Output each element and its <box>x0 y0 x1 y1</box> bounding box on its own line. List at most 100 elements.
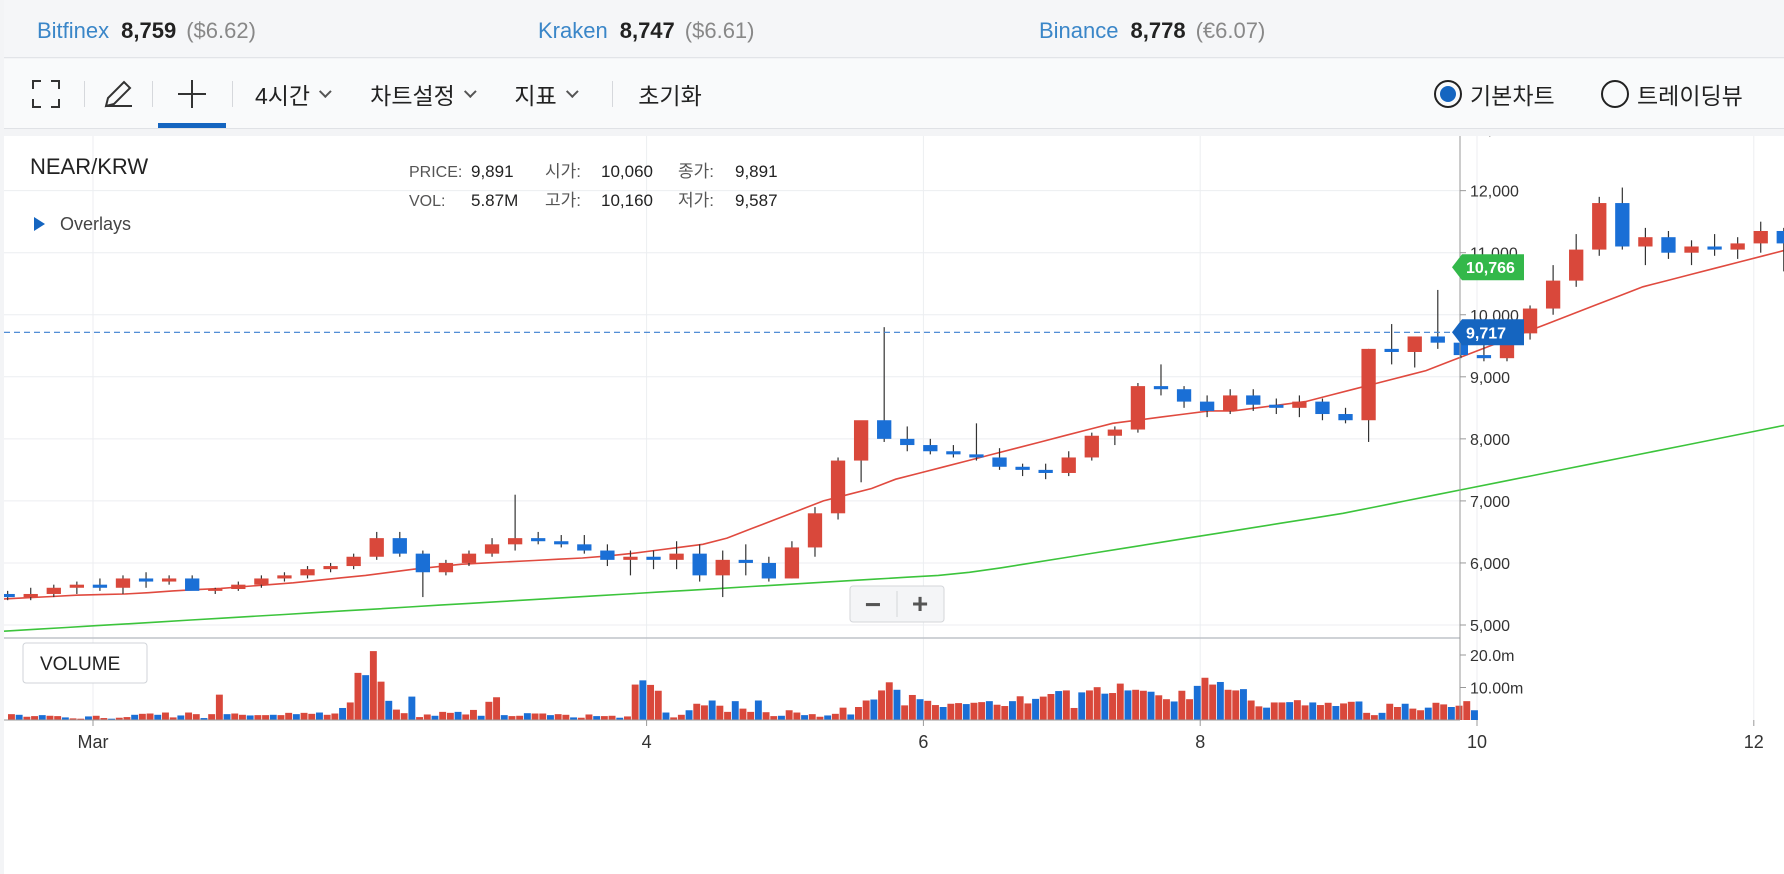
candle-body <box>1753 230 1768 244</box>
candle-body <box>807 513 823 548</box>
view-radio-basic-chart[interactable]: 기본차트 <box>1434 77 1555 111</box>
fullscreen-button[interactable] <box>22 59 70 129</box>
volume-bar <box>92 715 100 720</box>
volume-bar <box>1132 689 1140 720</box>
candle-body <box>1615 203 1630 247</box>
volume-bar <box>239 714 246 720</box>
zoom-out-button[interactable]: − <box>850 586 897 622</box>
candle-body <box>115 578 131 588</box>
volume-bar <box>339 707 347 720</box>
volume-bar <box>731 701 739 720</box>
volume-bar <box>947 703 955 720</box>
radio-dot <box>1440 86 1456 102</box>
volume-bar <box>1032 698 1040 720</box>
volume-bar <box>1324 702 1332 720</box>
volume-bar <box>400 713 408 720</box>
active-tool-indicator <box>158 123 226 128</box>
volume-bar <box>793 712 801 720</box>
crosshair-icon <box>178 80 206 108</box>
volume-bar <box>1347 701 1355 720</box>
candle-body <box>507 538 523 545</box>
volume-bar <box>138 713 146 720</box>
view-radio-tradingview[interactable]: 트레이딩뷰 <box>1601 77 1743 111</box>
candle-body <box>830 460 846 514</box>
volume-bar <box>300 712 308 720</box>
volume-bar <box>1471 710 1478 720</box>
candle-body <box>1684 246 1699 253</box>
candle-body <box>369 538 384 557</box>
volume-bar <box>801 715 809 720</box>
volume-bar <box>1440 704 1448 720</box>
candle-body <box>992 457 1007 467</box>
x-axis-tick-label: 8 <box>1195 732 1205 752</box>
legend-open-value: 10,060 <box>601 162 653 181</box>
volume-bar <box>1055 691 1063 720</box>
candle-body <box>1223 395 1238 411</box>
volume-bar <box>269 714 277 720</box>
volume-bar <box>1240 689 1247 720</box>
volume-bar <box>162 712 169 720</box>
volume-bar <box>993 704 1001 720</box>
legend-vol-value: 5.87M <box>471 191 518 210</box>
volume-bar <box>354 672 362 720</box>
volume-bar <box>1101 693 1109 720</box>
volume-bar <box>277 715 285 720</box>
y-axis-tick-label: 5,000 <box>1470 618 1510 635</box>
x-axis-tick-label: 4 <box>642 732 652 752</box>
ticker-binance[interactable]: Binance 8,778 (€6.07) <box>1039 18 1265 44</box>
volume-bar <box>1401 703 1409 720</box>
ticker-bitfinex[interactable]: Bitfinex 8,759 ($6.62) <box>37 18 256 44</box>
volume-bar <box>1463 701 1471 720</box>
volume-bar <box>1009 701 1016 720</box>
reset-button[interactable]: 초기화 <box>630 59 710 129</box>
ticker-exchange-name: Bitfinex <box>37 18 110 43</box>
volume-bar <box>531 713 539 720</box>
volume-bar <box>870 699 878 720</box>
overlays-toggle[interactable]: Overlays <box>34 214 131 234</box>
volume-bar <box>292 714 300 720</box>
volume-bar <box>54 716 62 720</box>
volume-bar <box>1193 685 1201 720</box>
candle-body <box>1153 386 1169 390</box>
volume-bar <box>1178 690 1186 720</box>
ma-long-badge: 10,766 <box>1452 254 1524 281</box>
volume-bar <box>308 713 316 720</box>
volume-bar <box>1201 677 1209 720</box>
toolbar-divider <box>84 81 85 107</box>
volume-bar <box>1370 715 1378 720</box>
legend-high-label: 고가: <box>545 191 581 210</box>
ticker-price: 8,759 <box>121 18 177 43</box>
candle-body <box>1569 249 1584 281</box>
draw-tool-button[interactable] <box>88 59 148 129</box>
legend-low-value: 9,587 <box>735 191 778 210</box>
candlestick-chart[interactable]: 13,00012,00011,00010,0009,0008,0007,0006… <box>0 122 1784 874</box>
toolbar-divider <box>232 81 233 107</box>
volume-bar <box>608 715 616 720</box>
indicators-dropdown[interactable]: 지표 <box>506 59 582 129</box>
candle-body <box>784 547 800 579</box>
candle-body <box>0 593 15 598</box>
volume-bar <box>154 714 162 720</box>
candle-body <box>577 544 592 551</box>
zoom-in-button[interactable]: + <box>897 586 944 622</box>
ticker-kraken[interactable]: Kraken 8,747 ($6.61) <box>538 18 755 44</box>
candle-body <box>300 569 315 576</box>
volume-bar <box>1016 696 1024 720</box>
volume-bar <box>1293 700 1301 720</box>
y-axis-tick-label: 6,000 <box>1470 556 1510 573</box>
chart-settings-label: 차트설정 <box>370 83 455 109</box>
chart-settings-dropdown[interactable]: 차트설정 <box>360 59 482 129</box>
volume-bar <box>85 716 92 720</box>
plus-icon: + <box>912 588 928 619</box>
interval-dropdown[interactable]: 4시간 <box>246 59 336 129</box>
volume-bar <box>285 712 293 720</box>
candle-body <box>346 556 361 567</box>
volume-bar <box>431 715 439 720</box>
volume-bar <box>1309 702 1317 720</box>
chart-area[interactable]: 13,00012,00011,00010,0009,0008,0007,0006… <box>0 122 1784 874</box>
volume-bar <box>1170 701 1178 720</box>
volume-bar <box>639 680 647 720</box>
radio-selected-icon <box>1434 80 1462 108</box>
crosshair-tool-button[interactable] <box>158 59 226 129</box>
volume-bar <box>893 689 901 720</box>
